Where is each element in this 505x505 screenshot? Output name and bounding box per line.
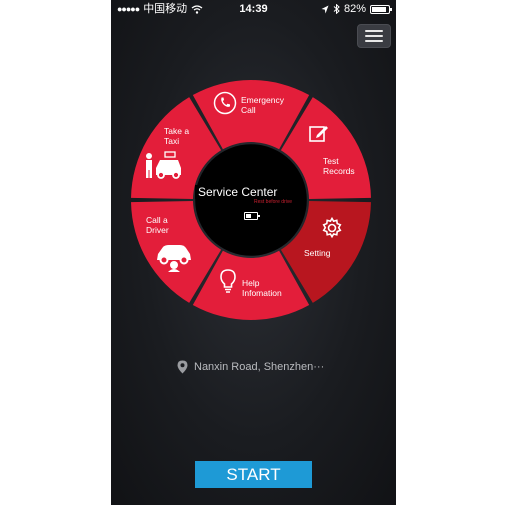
hamburger-line xyxy=(365,35,383,37)
segment-label-line: Driver xyxy=(146,225,169,235)
menu-button[interactable] xyxy=(357,24,391,48)
lightbulb-icon xyxy=(220,269,236,293)
center-battery-icon xyxy=(244,212,260,220)
service-center-subtitle: Rest before drive xyxy=(254,199,293,205)
edit-icon xyxy=(309,126,328,142)
segment-label-line: Taxi xyxy=(164,136,180,146)
location-text: Nanxin Road, Shenzhen··· xyxy=(194,361,325,373)
phone-icon xyxy=(213,91,237,115)
taxi-icon xyxy=(146,151,181,179)
bluetooth-icon xyxy=(333,4,340,14)
gear-icon xyxy=(322,216,342,239)
hamburger-line xyxy=(365,40,383,42)
status-bar: ●●●●● 中国移动 14:39 82% xyxy=(111,0,396,18)
hamburger-menu-icon xyxy=(365,30,383,32)
segment-label-setting[interactable]: Setting xyxy=(304,248,330,258)
segment-label-help-information[interactable]: Help Infomation xyxy=(242,278,282,298)
segment-label-line: Infomation xyxy=(242,288,282,298)
current-location[interactable]: Nanxin Road, Shenzhen··· xyxy=(177,359,324,375)
segment-label-line: Emergency xyxy=(241,95,284,105)
segment-label-line: Test xyxy=(323,156,339,166)
map-pin-icon xyxy=(177,360,188,374)
segment-label-line: Records xyxy=(323,166,355,176)
segment-label-line: Take a xyxy=(164,126,190,136)
service-center-title: Service Center xyxy=(195,185,287,199)
segment-label-line: Setting xyxy=(304,248,331,258)
battery-percent: 82% xyxy=(343,3,366,15)
segment-label-line: Call xyxy=(241,105,256,115)
segment-label-take-a-taxi[interactable]: Take a Taxi xyxy=(164,126,189,146)
segment-label-line: Call a xyxy=(146,215,168,225)
battery-icon xyxy=(370,4,392,14)
segment-label-emergency-call[interactable]: Emergency Call xyxy=(241,95,284,115)
location-arrow-icon xyxy=(321,5,329,13)
segment-label-test-records[interactable]: Test Records xyxy=(323,156,355,176)
car-driver-icon xyxy=(157,245,191,272)
segment-label-line: Help xyxy=(242,278,260,288)
phone-screen: ●●●●● 中国移动 14:39 82% Emergency Call Test… xyxy=(111,0,396,505)
start-button[interactable]: START xyxy=(195,461,312,488)
segment-label-call-a-driver[interactable]: Call a Driver xyxy=(146,215,169,235)
